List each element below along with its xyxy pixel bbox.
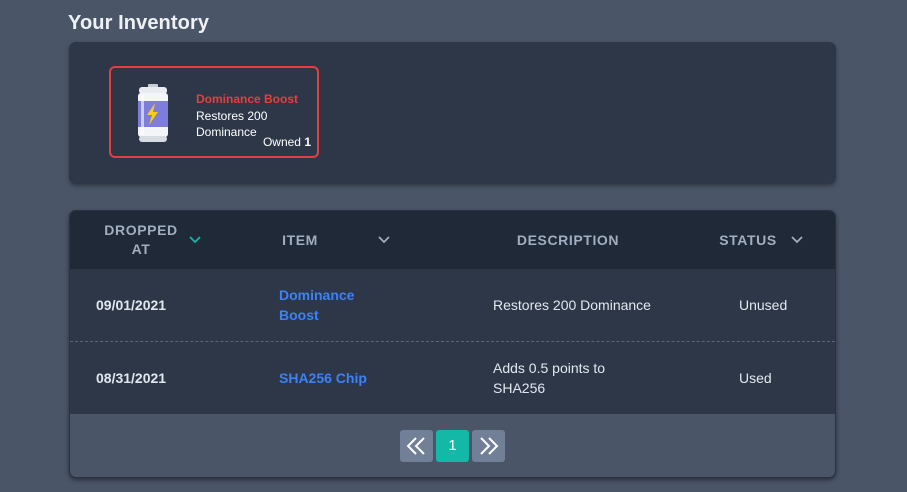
energy-can-icon bbox=[138, 84, 168, 142]
inventory-card-dominance-boost[interactable]: Dominance Boost Restores 200 Dominance O… bbox=[109, 66, 319, 158]
first-page-button[interactable] bbox=[400, 430, 433, 462]
header-dropped-at[interactable]: DROPPED AT bbox=[98, 221, 184, 259]
double-chevron-left-icon bbox=[406, 437, 425, 455]
cell-status: Unused bbox=[739, 297, 788, 313]
cell-dropped-at: 08/31/2021 bbox=[96, 370, 167, 386]
table-header: DROPPED AT ITEM DESCRIPTION STATUS bbox=[70, 211, 835, 270]
chevron-down-icon[interactable] bbox=[189, 236, 201, 244]
owned-label: Owned bbox=[262, 135, 301, 149]
last-page-button[interactable] bbox=[472, 430, 505, 462]
inventory-panel: Dominance Boost Restores 200 Dominance O… bbox=[69, 42, 836, 184]
cell-dropped-at: 09/01/2021 bbox=[96, 297, 167, 313]
table-row: 09/01/2021 Dominance Boost Restores 200 … bbox=[70, 269, 835, 342]
chevron-down-icon[interactable] bbox=[378, 236, 390, 244]
owned-count: Owned 1 bbox=[263, 135, 311, 149]
double-chevron-right-icon bbox=[480, 437, 499, 455]
cell-item-link[interactable]: SHA256 Chip bbox=[279, 368, 367, 388]
cell-description: Restores 200 Dominance bbox=[493, 297, 651, 313]
cell-item-link[interactable]: Dominance Boost bbox=[279, 285, 379, 325]
owned-number: 1 bbox=[304, 135, 311, 149]
drops-table: DROPPED AT ITEM DESCRIPTION STATUS 09/01… bbox=[69, 210, 836, 478]
header-item[interactable]: ITEM bbox=[265, 231, 335, 250]
chevron-down-icon[interactable] bbox=[791, 236, 803, 244]
item-name: Dominance Boost bbox=[196, 92, 299, 106]
cell-status: Used bbox=[739, 370, 772, 386]
page-title: Your Inventory bbox=[68, 12, 210, 34]
page-button-current[interactable]: 1 bbox=[436, 430, 469, 462]
header-status[interactable]: STATUS bbox=[713, 231, 783, 250]
cell-description: Adds 0.5 points to SHA256 bbox=[493, 360, 606, 396]
header-description: DESCRIPTION bbox=[516, 232, 620, 248]
table-row: 08/31/2021 SHA256 Chip Adds 0.5 points t… bbox=[70, 342, 835, 414]
